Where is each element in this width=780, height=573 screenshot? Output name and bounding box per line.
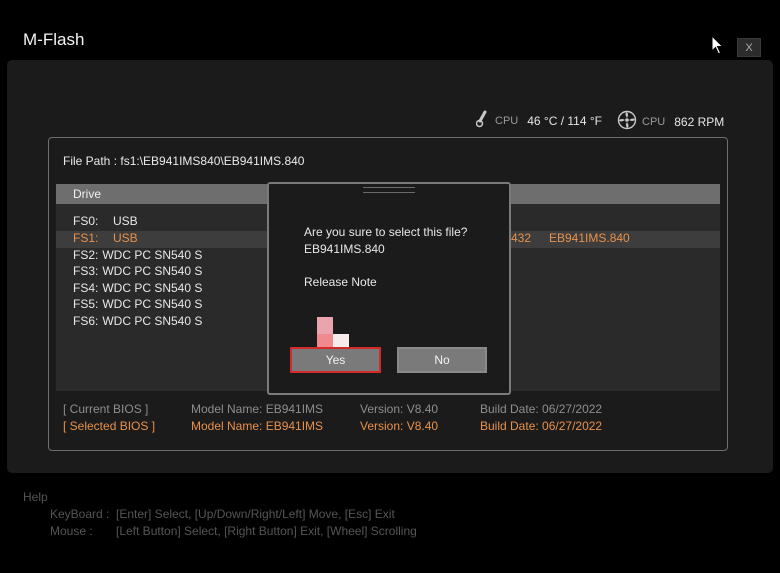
current-bios-label: [ Current BIOS ]: [63, 402, 149, 416]
dialog-filename: EB941IMS.840: [304, 242, 385, 256]
close-button[interactable]: X: [737, 38, 761, 57]
current-bios-model: Model Name: EB941IMS: [191, 402, 324, 416]
yes-button[interactable]: Yes: [290, 347, 381, 373]
drive-item-fs0[interactable]: FS0: USB: [73, 214, 138, 228]
help-keyboard: KeyBoard : [Enter] Select, [Up/Down/Right…: [50, 507, 395, 521]
selected-bios-version: Version: V8.40: [360, 419, 439, 433]
cpu-temperature-readout: CPU 46 °C / 114 °F: [475, 110, 602, 131]
cpu-fan-label: CPU: [642, 115, 666, 128]
fan-icon: [617, 110, 637, 133]
drive-item-fs5[interactable]: FS5: WDC PC SN540 S: [73, 297, 202, 311]
cpu-temp-label: CPU: [495, 114, 519, 127]
mflash-screen: M-Flash X CPU 46 °C / 114 °F CPU 862 RPM…: [0, 0, 780, 573]
close-icon: X: [745, 41, 753, 54]
help-mouse: Mouse : [Left Button] Select, [Right Butt…: [50, 524, 417, 538]
help-title: Help: [23, 490, 48, 504]
yes-button-label: Yes: [325, 353, 346, 367]
cpu-fan-readout: CPU 862 RPM: [617, 110, 724, 133]
app-title: M-Flash: [23, 30, 85, 49]
release-note-image-part: [333, 334, 349, 347]
drive-item-fs3[interactable]: FS3: WDC PC SN540 S: [73, 264, 202, 278]
selected-file-name[interactable]: EB941IMS.840: [549, 231, 630, 245]
mouse-cursor-icon: [711, 34, 724, 60]
file-path: File Path : fs1:\EB941IMS840\EB941IMS.84…: [63, 154, 305, 168]
selected-bios-build-date: Build Date: 06/27/2022: [480, 419, 603, 433]
selected-bios-label: [ Selected BIOS ]: [63, 419, 156, 433]
dialog-question: Are you sure to select this file?: [304, 225, 468, 239]
cpu-temp-value: 46 °C / 114 °F: [527, 113, 602, 128]
current-bios-version: Version: V8.40: [360, 402, 439, 416]
selected-bios-model: Model Name: EB941IMS: [191, 419, 324, 433]
drive-item-fs6[interactable]: FS6: WDC PC SN540 S: [73, 314, 202, 328]
current-bios-build-date: Build Date: 06/27/2022: [480, 402, 603, 416]
cpu-fan-value: 862 RPM: [674, 114, 725, 129]
release-note-image: [317, 317, 333, 334]
release-note-label: Release Note: [304, 275, 377, 289]
thermometer-icon: [475, 110, 490, 131]
release-note-image-part: [317, 334, 333, 347]
no-button-label: No: [434, 353, 450, 367]
dialog-drag-handle[interactable]: [363, 187, 415, 193]
drive-item-fs4[interactable]: FS4: WDC PC SN540 S: [73, 281, 202, 295]
file-size-fragment: 432: [511, 231, 532, 245]
no-button[interactable]: No: [397, 347, 487, 373]
drive-item-fs2[interactable]: FS2: WDC PC SN540 S: [73, 248, 202, 262]
drive-item-fs1[interactable]: FS1: USB: [73, 231, 138, 245]
